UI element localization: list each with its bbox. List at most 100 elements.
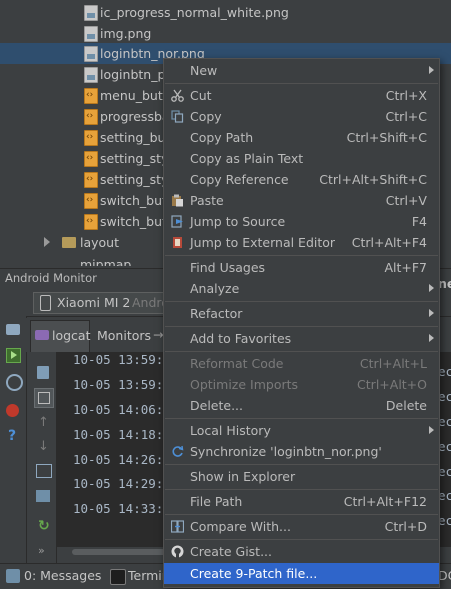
menu-item-paste[interactable]: Paste Ctrl+V [164,190,439,211]
image-file-icon [84,26,98,42]
menu-item-new[interactable]: New [164,60,439,81]
messages-tab[interactable]: 0: Messages [24,568,101,583]
xml-file-icon [84,169,98,190]
image-file-icon [84,67,98,83]
menu-item-copy-plain-text[interactable]: Copy as Plain Text [164,148,439,169]
menu-item-label: Local History [190,423,271,438]
log-line: 10-05 14:18: [73,427,164,442]
menu-item-refactor[interactable]: Refactor [164,303,439,324]
device-selector[interactable]: Xiaomi MI 2 Andro [33,292,169,314]
submenu-arrow-icon [429,309,434,317]
menu-item-label: New [190,63,218,78]
log-line: 10-05 14:26: [73,452,164,467]
sync-icon [172,445,184,457]
menu-item-copy[interactable]: Copy Ctrl+C [164,106,439,127]
menu-shortcut: Ctrl+Alt+F12 [343,494,427,509]
menu-separator [165,489,438,490]
menu-item-label: Refactor [190,306,243,321]
menu-item-jump-to-source[interactable]: Jump to Source F4 [164,211,439,232]
arrow-down-icon[interactable]: ↓ [38,439,49,454]
tab-logcat-label: logcat [52,328,91,343]
menu-shortcut: Delete [385,398,427,413]
menu-item-jump-external[interactable]: Jump to External Editor Ctrl+Alt+F4 [164,232,439,253]
file-name: progressba [100,109,170,124]
messages-icon [6,569,20,583]
file-name: ic_progress_normal_white.png [100,5,289,20]
horizontal-scrollbar-thumb[interactable] [72,549,172,555]
github-icon [171,545,184,558]
run-icon[interactable] [6,348,21,363]
menu-item-cut[interactable]: Cut Ctrl+X [164,85,439,106]
external-editor-icon [173,237,182,248]
arrow-up-icon[interactable]: ↑ [38,415,49,430]
logcat-icon [35,330,49,340]
menu-item-label: Synchronize 'loginbtn_nor.png' [190,444,382,459]
inspect-icon[interactable] [6,374,23,391]
menu-shortcut: Ctrl+Shift+C [346,130,427,145]
tab-monitors[interactable]: Monitors [97,328,151,343]
menu-item-synchronize[interactable]: Synchronize 'loginbtn_nor.png' [164,441,439,462]
menu-separator [165,326,438,327]
expand-arrow-icon[interactable] [44,237,50,247]
trash-icon[interactable] [37,366,49,379]
menu-item-create-gist[interactable]: Create Gist... [164,541,439,562]
menu-separator [165,514,438,515]
menu-item-label: Add to Favorites [190,331,292,346]
menu-item-label: Create 9-Patch file... [190,566,318,581]
menu-item-file-path[interactable]: File Path Ctrl+Alt+F12 [164,491,439,512]
menu-shortcut: Ctrl+Alt+L [359,356,427,371]
restart-icon[interactable]: ↻ [38,518,50,534]
menu-shortcut: Ctrl+D [384,519,427,534]
soft-wrap-icon[interactable] [36,464,52,478]
tab-logcat[interactable]: logcat [30,320,91,354]
log-line: 10-05 13:59: [73,377,164,392]
more-icon[interactable]: » [38,544,45,557]
restore-layout-icon[interactable]: → [153,327,163,342]
menu-shortcut: Ctrl+V [385,193,427,208]
submenu-arrow-icon [429,66,434,74]
jump-to-source-icon [171,215,183,228]
menu-item-label: Find Usages [190,260,266,275]
menu-item-label: Copy as Plain Text [190,151,304,166]
menu-item-add-to-favorites[interactable]: Add to Favorites [164,328,439,349]
tree-file-row[interactable]: img.png [0,23,451,44]
xml-file-icon [84,106,98,127]
menu-item-local-history[interactable]: Local History [164,420,439,441]
menu-item-label: File Path [190,494,243,509]
menu-item-create-9-patch[interactable]: Create 9-Patch file... [164,563,439,584]
camera-icon[interactable] [6,324,20,335]
folder-icon [62,237,76,248]
menu-shortcut: Ctrl+X [385,88,427,103]
menu-item-label: Paste [190,193,224,208]
help-icon[interactable]: ? [8,428,16,444]
log-line: 10-05 14:06: [73,402,164,417]
menu-item-delete[interactable]: Delete... Delete [164,395,439,416]
file-name: setting_styl [100,151,172,166]
stop-icon[interactable] [6,404,19,417]
log-line: 10-05 13:59: [73,352,164,367]
print-icon[interactable] [36,490,50,502]
menu-item-find-usages[interactable]: Find Usages Alt+F7 [164,257,439,278]
submenu-arrow-icon [429,334,434,342]
paste-icon [172,194,183,207]
menu-shortcut: Ctrl+Alt+Shift+C [319,172,427,187]
menu-item-analyze[interactable]: Analyze [164,278,439,299]
xml-file-icon [84,211,98,232]
tree-file-row[interactable]: ic_progress_normal_white.png [0,2,451,23]
menu-item-compare-with[interactable]: Compare With... Ctrl+D [164,516,439,537]
scroll-to-end-icon[interactable] [34,388,54,408]
menu-item-label: Reformat Code [190,356,284,371]
menu-item-label: Create Gist... [190,544,273,559]
menu-separator [165,418,438,419]
menu-item-copy-path[interactable]: Copy Path Ctrl+Shift+C [164,127,439,148]
menu-item-show-in-explorer[interactable]: Show in Explorer [164,466,439,487]
menu-item-copy-reference[interactable]: Copy Reference Ctrl+Alt+Shift+C [164,169,439,190]
menu-shortcut: Alt+F7 [384,260,427,275]
menu-separator [165,351,438,352]
menu-shortcut: Ctrl+Alt+F4 [351,235,427,250]
xml-file-icon [84,190,98,211]
menu-item-label: Analyze [190,281,240,296]
log-line: 10-05 14:29: [73,476,164,491]
xml-file-icon [84,148,98,169]
submenu-arrow-icon [429,426,434,434]
